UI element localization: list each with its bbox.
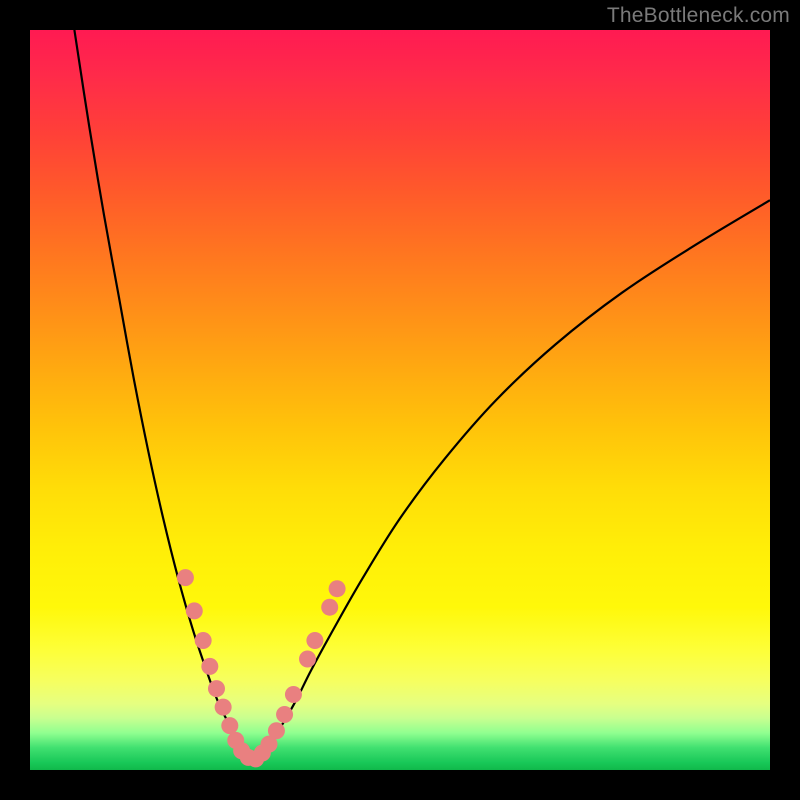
data-point: [208, 680, 225, 697]
chart-stage: TheBottleneck.com: [0, 0, 800, 800]
data-point: [299, 651, 316, 668]
data-point: [268, 722, 285, 739]
data-point: [186, 602, 203, 619]
data-point: [276, 706, 293, 723]
data-point: [329, 580, 346, 597]
chart-svg: [30, 30, 770, 770]
curve-left-branch: [74, 30, 252, 760]
data-point: [285, 686, 302, 703]
data-point: [177, 569, 194, 586]
watermark-text: TheBottleneck.com: [607, 4, 790, 28]
data-point: [306, 632, 323, 649]
data-point: [201, 658, 218, 675]
data-point: [215, 699, 232, 716]
data-point: [195, 632, 212, 649]
data-point: [321, 599, 338, 616]
highlighted-points: [177, 569, 346, 767]
plot-area: [30, 30, 770, 770]
data-point: [221, 717, 238, 734]
curve-right-branch: [252, 200, 770, 760]
